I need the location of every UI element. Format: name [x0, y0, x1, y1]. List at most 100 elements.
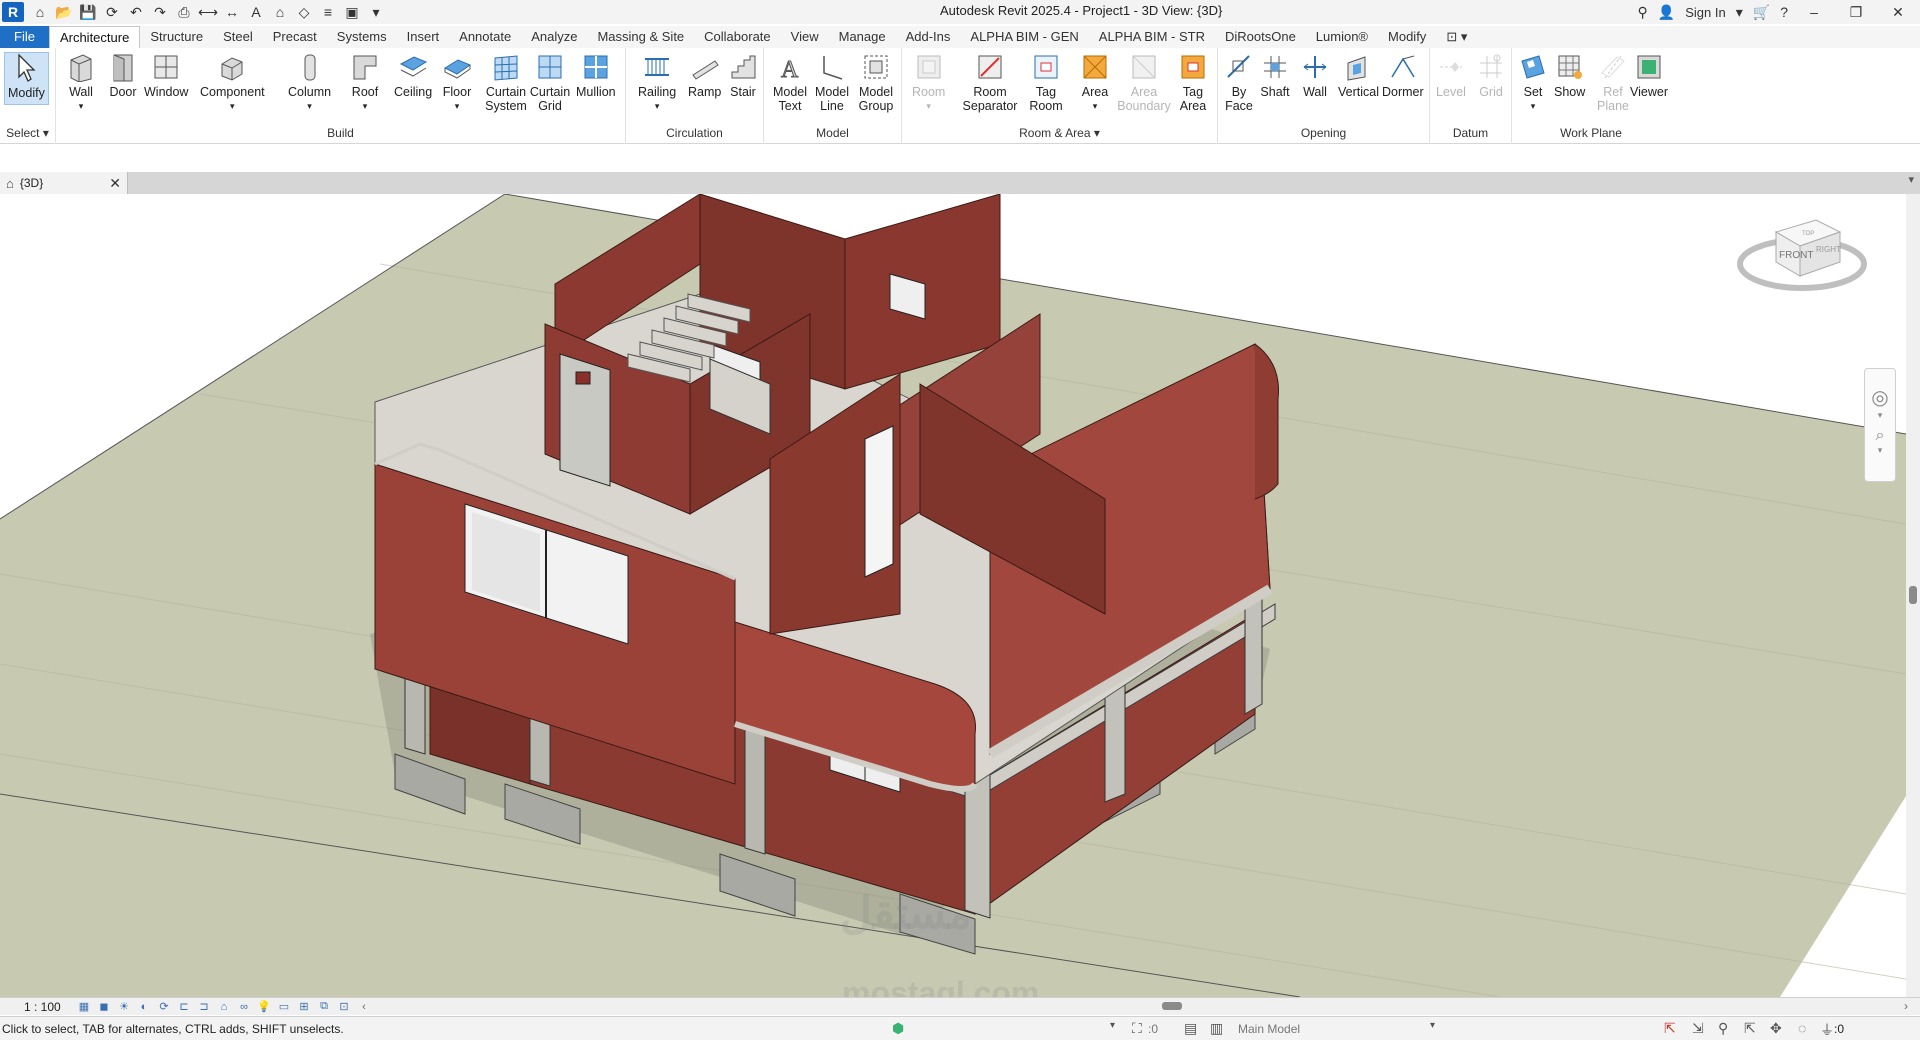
tab-structure[interactable]: Structure [140, 26, 213, 48]
save-icon[interactable]: 💾 [78, 3, 98, 21]
tab-collaborate[interactable]: Collaborate [694, 26, 781, 48]
vertical-opening-button[interactable]: Vertical [1338, 52, 1379, 99]
model-line-button[interactable]: Model Line [812, 52, 852, 113]
help-icon[interactable]: ? [1780, 4, 1788, 20]
close-icon[interactable]: ✕ [1882, 4, 1914, 21]
column-dropdown-icon[interactable]: ▾ [307, 99, 312, 113]
steering-wheel-icon[interactable]: ◎ [1865, 385, 1895, 410]
curtain-grid-button[interactable]: Curtain Grid [530, 52, 570, 113]
sign-in-link[interactable]: Sign In [1685, 5, 1725, 20]
undo-icon[interactable]: ↶ [126, 3, 146, 21]
dormer-button[interactable]: Dormer [1382, 52, 1424, 99]
sun-path-icon[interactable]: ☀ [114, 1000, 134, 1014]
user-icon[interactable]: 👤 [1658, 4, 1675, 21]
column-button[interactable]: Column ▾ [288, 52, 331, 113]
tab-file[interactable]: File [0, 26, 49, 48]
tab-manage[interactable]: Manage [829, 26, 896, 48]
customize-qat-icon[interactable]: ▾ [366, 3, 386, 21]
ribbon-toggle-icon[interactable]: ⊡ ▾ [1436, 26, 1477, 48]
highlight-displacement-icon[interactable]: ⧉ [314, 1000, 334, 1014]
active-model-icon[interactable]: ▥ [1210, 1020, 1223, 1037]
redo-icon[interactable]: ↷ [150, 3, 170, 21]
close-tab-icon[interactable]: ✕ [109, 175, 121, 192]
select-pinned-icon[interactable]: ⚲ [1718, 1020, 1728, 1037]
thin-lines-icon[interactable]: ≡ [318, 3, 338, 21]
panel-room-area-label[interactable]: Room & Area ▾ [902, 126, 1217, 140]
background-process-icon[interactable]: ◌ [1798, 1020, 1806, 1036]
tab-precast[interactable]: Precast [263, 26, 327, 48]
tab-systems[interactable]: Systems [327, 26, 397, 48]
search-binoculars-icon[interactable]: ⚲ [1638, 4, 1648, 21]
active-model-selector[interactable]: Main Model [1238, 1022, 1300, 1036]
tab-lumion[interactable]: Lumion® [1306, 26, 1378, 48]
floor-button[interactable]: Floor ▾ [442, 52, 472, 113]
scroll-left-icon[interactable]: ‹ [354, 1000, 374, 1014]
revit-logo-icon[interactable]: R [2, 2, 24, 22]
vertical-scroll-thumb[interactable] [1909, 586, 1917, 604]
grid-button[interactable]: Grid [1476, 52, 1506, 99]
wall-opening-button[interactable]: Wall [1300, 52, 1330, 99]
zoom-region-icon[interactable]: ⌕ [1865, 427, 1895, 445]
component-dropdown-icon[interactable]: ▾ [230, 99, 235, 113]
ramp-button[interactable]: Ramp [688, 52, 721, 99]
unlocked-3d-view-icon[interactable]: ⌂ [214, 1000, 234, 1014]
door-button[interactable]: Door [108, 52, 138, 99]
sync-icon[interactable]: ⟳ [102, 3, 122, 21]
switch-windows-icon[interactable]: ▣ [342, 3, 362, 21]
sign-in-dropdown-icon[interactable]: ▾ [1736, 4, 1743, 21]
set-work-plane-button[interactable]: Set ▾ [1518, 52, 1548, 113]
tab-alpha-bim-gen[interactable]: ALPHA BIM - GEN [960, 26, 1088, 48]
tab-insert[interactable]: Insert [397, 26, 450, 48]
home-icon[interactable]: ⌂ [30, 3, 50, 21]
model-text-button[interactable]: A Model Text [770, 52, 810, 114]
cart-icon[interactable]: 🛒 [1753, 4, 1770, 21]
shaft-button[interactable]: Shaft [1260, 52, 1290, 99]
worksharing-icon[interactable]: ⬢ [892, 1020, 904, 1037]
view-scale[interactable]: 1 : 100 [24, 1000, 74, 1014]
roof-dropdown-icon[interactable]: ▾ [363, 99, 368, 113]
wall-dropdown-icon[interactable]: ▾ [79, 99, 84, 113]
visual-style-icon[interactable]: ◼ [94, 1000, 114, 1014]
component-button[interactable]: Component ▾ [200, 52, 265, 113]
window-button[interactable]: Window [144, 52, 188, 99]
3d-model-canvas[interactable] [0, 194, 1906, 997]
show-analytical-model-icon[interactable]: ⊞ [294, 1000, 314, 1014]
wall-button[interactable]: Wall ▾ [66, 52, 96, 113]
tab-add-ins[interactable]: Add-Ins [896, 26, 961, 48]
vertical-scrollbar[interactable] [1906, 194, 1920, 997]
area-dropdown-icon[interactable]: ▾ [1093, 99, 1098, 113]
document-tab-3d[interactable]: ⌂ {3D} ✕ [0, 172, 128, 194]
opening-by-face-button[interactable]: By Face [1224, 52, 1254, 113]
room-separator-button[interactable]: Room Separator [960, 52, 1020, 113]
ref-plane-button[interactable]: Ref Plane [1597, 52, 1629, 113]
measure-icon[interactable]: ⟷ [198, 3, 218, 21]
tag-room-button[interactable]: Tag Room [1024, 52, 1068, 113]
tab-annotate[interactable]: Annotate [449, 26, 521, 48]
area-boundary-button[interactable]: Area Boundary [1117, 52, 1171, 113]
rendering-dialog-icon[interactable]: ⟳ [154, 1000, 174, 1014]
tab-dirootsone[interactable]: DiRootsOne [1215, 26, 1306, 48]
zoom-dropdown-icon[interactable]: ▾ [1865, 445, 1895, 456]
temporary-hide-icon[interactable]: ∞ [234, 1000, 254, 1014]
area-button[interactable]: Area ▾ [1080, 52, 1110, 113]
select-by-face-icon[interactable]: ⇱ [1744, 1020, 1756, 1037]
viewer-button[interactable]: Viewer [1630, 52, 1668, 99]
workset-dropdown-icon[interactable]: ▾ [1110, 1020, 1115, 1031]
design-options-icon[interactable]: ▤ [1184, 1020, 1197, 1037]
detail-level-icon[interactable]: ▦ [74, 1000, 94, 1014]
floor-dropdown-icon[interactable]: ▾ [455, 99, 460, 113]
select-underlay-icon[interactable]: ⇲ [1692, 1020, 1704, 1037]
tab-analyze[interactable]: Analyze [521, 26, 587, 48]
tab-alpha-bim-str[interactable]: ALPHA BIM - STR [1089, 26, 1215, 48]
mullion-button[interactable]: Mullion [576, 52, 616, 99]
tag-area-button[interactable]: Tag Area [1174, 52, 1212, 113]
editable-only-icon[interactable]: ⛶ [1132, 1020, 1142, 1037]
tab-view[interactable]: View [781, 26, 829, 48]
3d-viewport[interactable]: FRONT RIGHT TOP ◎ ▾ ⌕ ▾ [0, 194, 1906, 997]
tab-modify[interactable]: Modify [1378, 26, 1436, 48]
show-work-plane-button[interactable]: Show [1554, 52, 1585, 99]
railing-button[interactable]: Railing ▾ [638, 52, 676, 113]
section-icon[interactable]: ◇ [294, 3, 314, 21]
tab-overflow-icon[interactable]: ▾ [1908, 173, 1914, 186]
curtain-system-button[interactable]: Curtain System [484, 52, 528, 113]
